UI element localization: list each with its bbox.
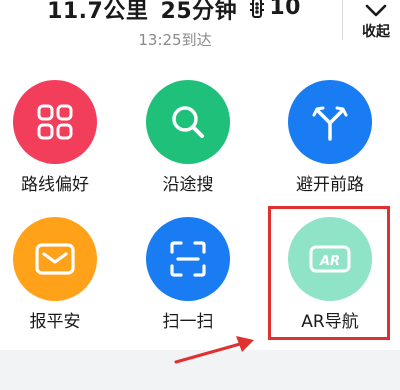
- collapse-label: 收起: [362, 24, 390, 40]
- scan-icon: [146, 217, 230, 301]
- traffic-lights-value: 10: [269, 0, 301, 20]
- tile-label: 报平安: [29, 312, 81, 332]
- tile-scan[interactable]: 扫一扫: [133, 217, 243, 332]
- route-summary: 11.7公里 25分钟 10: [0, 0, 350, 26]
- tile-label: 扫一扫: [162, 312, 214, 332]
- fork-arrows-icon: [288, 80, 372, 164]
- collapse-button[interactable]: 收起: [352, 0, 400, 44]
- traffic-lights-count: 10: [249, 0, 303, 22]
- tile-search-along[interactable]: 沿途搜: [133, 80, 243, 195]
- chevron-down-icon: [365, 4, 387, 17]
- route-preference-icon: [13, 80, 97, 164]
- tile-label: 路线偏好: [21, 175, 89, 195]
- tile-report-safe[interactable]: 报平安: [0, 217, 110, 332]
- tile-avoid-road[interactable]: 避开前路: [275, 80, 385, 195]
- tile-label: 避开前路: [296, 175, 364, 195]
- search-icon: [146, 80, 230, 164]
- tile-route-preference[interactable]: 路线偏好: [0, 80, 110, 195]
- arrival-time: 13:25到达: [138, 31, 212, 49]
- route-duration: 25分钟: [160, 0, 238, 24]
- ar-highlight-frame: [268, 206, 390, 340]
- envelope-icon: [13, 217, 97, 301]
- tile-label: 沿途搜: [162, 175, 214, 195]
- pointer-arrow-icon: [174, 336, 254, 364]
- route-distance: 11.7公里: [47, 0, 149, 24]
- traffic-light-icon: [250, 0, 265, 18]
- header-divider: [342, 0, 343, 40]
